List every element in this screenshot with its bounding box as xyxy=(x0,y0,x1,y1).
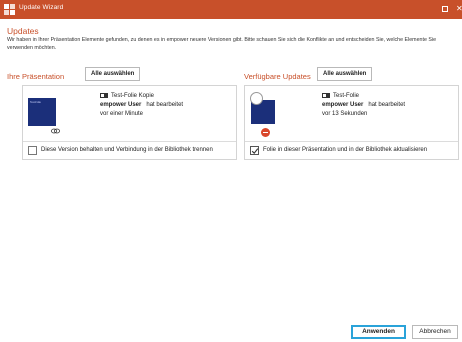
maximize-button[interactable] xyxy=(440,4,450,14)
select-all-right-button[interactable]: Alle auswählen xyxy=(317,67,373,81)
edit-time: vor 13 Sekunden xyxy=(322,111,368,117)
description-text: Wir haben in Ihrer Präsentation Elemente… xyxy=(7,37,437,51)
presentation-item-card[interactable]: Test-Folie Test-Folie Kopie empower User… xyxy=(22,85,237,160)
window-title: Update Wizard xyxy=(19,4,64,11)
select-all-left-button[interactable]: Alle auswählen xyxy=(85,67,141,81)
editor-line: empower User hat bearbeitet xyxy=(322,102,405,108)
apply-button[interactable]: Anwenden xyxy=(351,325,406,339)
editor-line: empower User hat bearbeitet xyxy=(100,102,183,108)
file-name: Test-Folie Kopie xyxy=(100,93,154,99)
section-title-presentation: Ihre Präsentation xyxy=(7,72,65,81)
keep-version-checkbox[interactable] xyxy=(28,146,37,155)
maximize-icon xyxy=(442,6,448,12)
checkmark-icon xyxy=(251,148,259,155)
update-slide-label: Folie in dieser Präsentation und in der … xyxy=(263,147,428,153)
update-slide-checkbox[interactable] xyxy=(250,146,259,155)
title-bar: Update Wizard ✕ xyxy=(0,0,462,19)
update-thumbnail xyxy=(250,92,280,124)
editor-action: hat bearbeitet xyxy=(368,102,406,108)
file-name: Test-Folie xyxy=(322,93,359,99)
editor-action: hat bearbeitet xyxy=(146,102,184,108)
slide-thumbnail-title: Test-Folie xyxy=(30,101,41,104)
slide-file-icon xyxy=(100,93,108,98)
edit-time: vor einer Minute xyxy=(100,111,144,117)
cancel-button[interactable]: Abbrechen xyxy=(412,325,458,339)
preview-zoom-icon[interactable] xyxy=(250,92,263,105)
editor-name: empower User xyxy=(100,102,142,108)
divider xyxy=(23,141,236,142)
keep-version-label: Diese Version behalten und Verbindung in… xyxy=(41,147,213,153)
slide-thumbnail: Test-Folie xyxy=(28,98,56,126)
divider xyxy=(245,141,458,142)
page-title: Updates xyxy=(7,26,39,36)
app-logo-icon xyxy=(4,4,15,15)
update-item-card[interactable]: Test-Folie empower User hat bearbeitet v… xyxy=(244,85,459,160)
close-button[interactable]: ✕ xyxy=(456,4,462,14)
remove-icon xyxy=(261,128,270,137)
close-icon: ✕ xyxy=(456,4,462,13)
slide-file-icon xyxy=(322,93,330,98)
section-title-updates: Verfügbare Updates xyxy=(244,72,311,81)
link-icon xyxy=(51,128,60,134)
editor-name: empower User xyxy=(322,102,364,108)
